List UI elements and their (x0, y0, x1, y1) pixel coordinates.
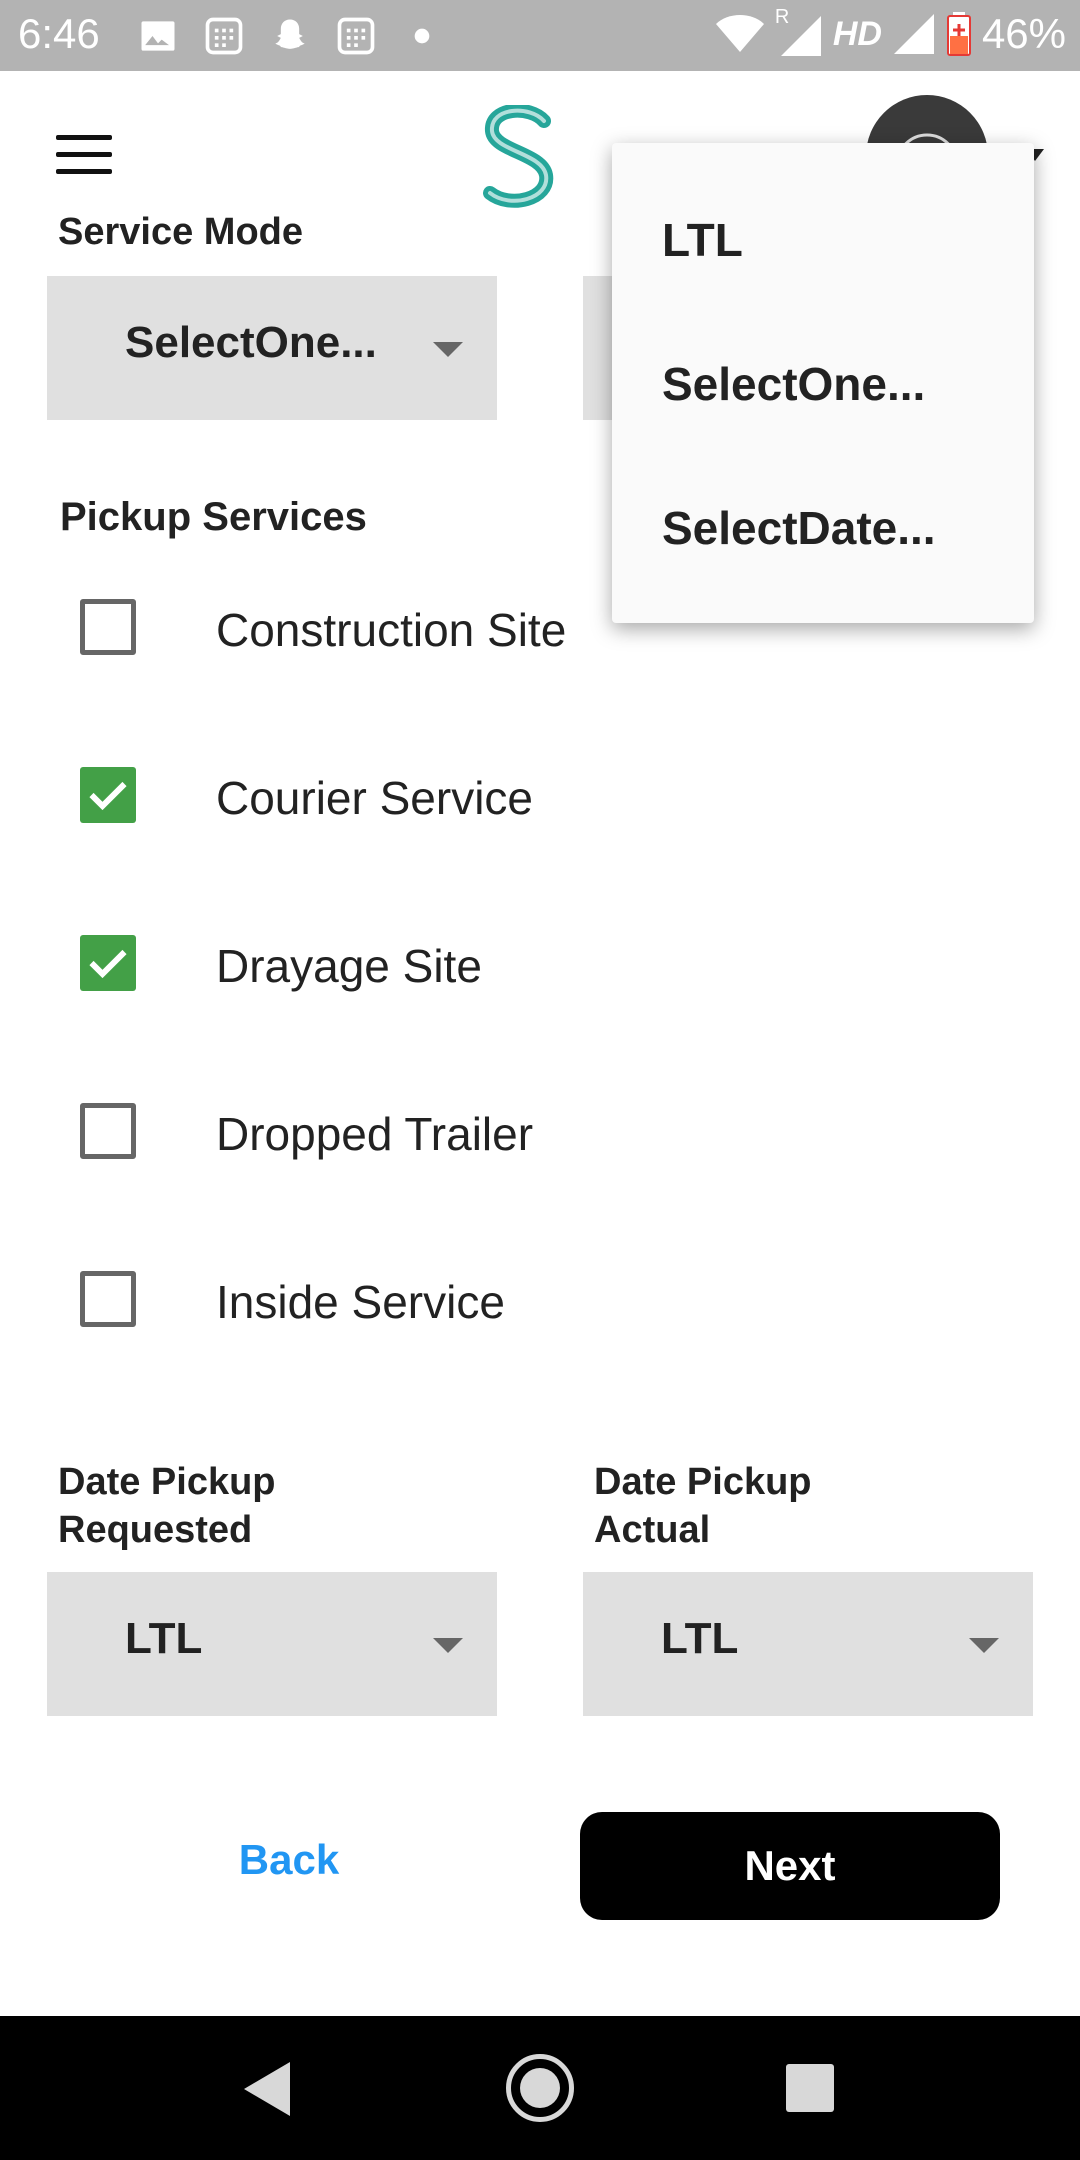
calendar-icon (205, 17, 243, 55)
status-time: 6:46 (18, 10, 100, 57)
checkmark-icon (89, 949, 127, 979)
dropdown-arrow-icon (433, 1638, 463, 1653)
checkbox-row-drayage-site[interactable]: Drayage Site (80, 935, 980, 995)
menu-item-select-one[interactable]: SelectOne... (662, 357, 925, 411)
date-requested-label-line1: Date Pickup (58, 1461, 276, 1503)
date-actual-label-line2: Actual (594, 1509, 711, 1551)
recent-apps-icon[interactable] (786, 2064, 834, 2112)
dropdown-arrow-icon (433, 342, 463, 357)
roaming-signal: R (775, 6, 823, 56)
date-requested-value: LTL (125, 1614, 203, 1663)
date-actual-dropdown[interactable]: LTL (583, 1572, 1033, 1716)
checkbox-label: Inside Service (216, 1276, 505, 1328)
service-mode-label: Service Mode (58, 211, 303, 253)
date-requested-label: Date Pickup Requested (58, 1458, 276, 1554)
dot-icon (414, 28, 430, 44)
checkbox[interactable] (80, 599, 136, 655)
battery-percent: 46% (981, 10, 1066, 57)
network-type: HD (832, 14, 882, 53)
date-actual-label-line1: Date Pickup (594, 1461, 812, 1503)
checkbox-label: Courier Service (216, 772, 533, 824)
dropdown-popup-menu: LTL SelectOne... SelectDate... (612, 143, 1034, 623)
calendar-icon (337, 17, 375, 55)
signal-icon (780, 16, 821, 56)
date-requested-label-line2: Requested (58, 1509, 253, 1551)
checkbox-row-inside-service[interactable]: Inside Service (80, 1271, 980, 1331)
home-nav-icon[interactable] (506, 2054, 574, 2122)
next-button[interactable]: Next (580, 1812, 1000, 1920)
status-right: R HD 46% (715, 6, 1066, 58)
checkbox-row-courier-service[interactable]: Courier Service (80, 767, 980, 827)
service-mode-value: SelectOne... (125, 318, 377, 367)
signal-icon (893, 14, 934, 54)
checkmark-icon (89, 781, 127, 811)
date-actual-label: Date Pickup Actual (594, 1458, 812, 1554)
logo (483, 105, 554, 208)
checkbox-checked[interactable] (80, 935, 136, 991)
notification-icons (136, 14, 444, 58)
date-requested-dropdown[interactable]: LTL (47, 1572, 497, 1716)
service-mode-dropdown[interactable]: SelectOne... (47, 276, 497, 420)
hamburger-icon[interactable] (56, 135, 112, 175)
checkbox[interactable] (80, 1271, 136, 1327)
checkbox[interactable] (80, 1103, 136, 1159)
checkbox-checked[interactable] (80, 767, 136, 823)
menu-item-select-date[interactable]: SelectDate... (662, 501, 936, 555)
checkbox-label: Construction Site (216, 604, 567, 656)
date-actual-value: LTL (661, 1614, 739, 1663)
navigation-bar (0, 2016, 1080, 2160)
pickup-services-title: Pickup Services (60, 495, 367, 539)
checkbox-label: Drayage Site (216, 940, 482, 992)
dropdown-arrow-icon (969, 1638, 999, 1653)
checkbox-label: Dropped Trailer (216, 1108, 534, 1160)
back-button[interactable]: Back (204, 1836, 374, 1896)
snapchat-icon (275, 19, 305, 49)
battery-charging-icon (946, 12, 971, 56)
status-bar: 6:46 R HD 46% (0, 0, 1080, 71)
wifi-icon (715, 15, 764, 52)
back-nav-icon[interactable] (244, 2062, 290, 2116)
checkbox-row-dropped-trailer[interactable]: Dropped Trailer (80, 1103, 980, 1163)
image-icon (141, 21, 175, 51)
menu-item-ltl[interactable]: LTL (662, 213, 743, 267)
